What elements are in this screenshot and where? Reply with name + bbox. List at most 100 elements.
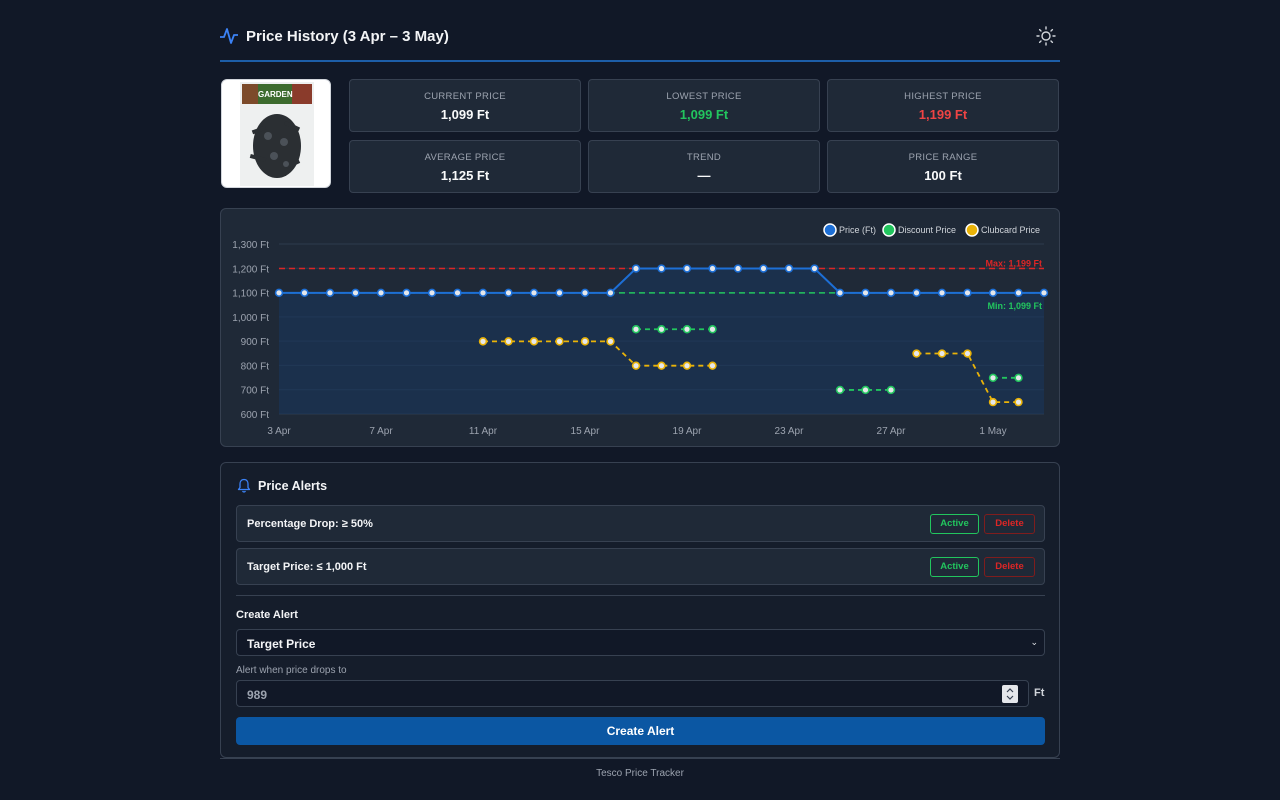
data-point xyxy=(606,337,615,346)
x-tick-label: 23 Apr xyxy=(775,426,805,437)
data-point xyxy=(504,288,513,298)
page-title: Price History (3 Apr – 3 May) xyxy=(246,28,449,45)
stat-label: HIGHEST PRICE xyxy=(904,91,982,102)
bell-icon xyxy=(237,478,251,493)
stat-price-range: PRICE RANGE 100 Ft xyxy=(827,140,1059,193)
alert-threshold-label: Alert when price drops to xyxy=(236,665,347,676)
data-point xyxy=(708,325,717,334)
reference-line-label: Min: 1,099 Ft xyxy=(987,301,1042,311)
data-point xyxy=(835,385,845,395)
data-point xyxy=(580,337,590,346)
x-tick-label: 7 Apr xyxy=(369,426,393,437)
unit-label: Ft xyxy=(1034,687,1045,699)
y-tick-label: 1,100 Ft xyxy=(232,289,269,300)
data-point xyxy=(988,288,998,298)
data-point xyxy=(631,264,641,273)
alert-text: Percentage Drop: ≥ 50% xyxy=(247,518,373,530)
y-tick-label: 1,300 Ft xyxy=(232,240,269,251)
create-alert-label: Create Alert xyxy=(236,609,298,621)
data-point xyxy=(682,325,692,334)
y-tick-label: 600 Ft xyxy=(241,410,270,421)
stat-value: 1,099 Ft xyxy=(440,107,490,122)
stat-highest-price: HIGHEST PRICE 1,199 Ft xyxy=(827,79,1059,132)
data-point xyxy=(274,288,284,298)
alert-threshold-value: 989 xyxy=(247,688,268,702)
create-alert-button[interactable]: Create Alert xyxy=(236,717,1045,745)
page-header: Price History (3 Apr – 3 May) xyxy=(220,22,1060,62)
data-point xyxy=(325,288,335,298)
data-point xyxy=(963,288,972,298)
product-image: GARDEN xyxy=(221,79,331,188)
price-history-chart: 600 Ft 700 Ft 800 Ft 900 Ft 1,000 Ft 1,100 Ft… xyxy=(220,208,1060,447)
data-point xyxy=(580,288,590,298)
x-tick-label: 1 May xyxy=(979,426,1006,437)
stat-current-price: CURRENT PRICE 1,099 Ft xyxy=(349,79,581,132)
data-point xyxy=(631,325,641,334)
price-area xyxy=(279,268,1044,414)
y-tick-label: 1,200 Ft xyxy=(232,264,269,275)
data-point xyxy=(912,349,921,358)
legend-marker xyxy=(882,223,896,237)
data-point xyxy=(784,264,794,273)
data-point xyxy=(937,349,947,358)
footer-divider xyxy=(220,758,1060,759)
alert-item: Target Price: ≤ 1,000 Ft Active Delete xyxy=(236,548,1045,585)
alerts-title: Price Alerts xyxy=(258,479,328,493)
reference-line-label: Max: 1,199 Ft xyxy=(985,259,1042,269)
data-point xyxy=(988,373,998,383)
data-point xyxy=(351,288,360,298)
stat-value: 1,125 Ft xyxy=(440,168,490,183)
data-point xyxy=(427,288,437,298)
product-logo-text: GARDEN xyxy=(258,90,293,99)
data-point xyxy=(759,264,768,273)
stat-average-price: AVERAGE PRICE 1,125 Ft xyxy=(349,140,581,193)
data-point xyxy=(1014,397,1023,407)
data-point xyxy=(478,288,488,298)
data-point xyxy=(555,288,564,298)
alert-active-button[interactable]: Active xyxy=(930,557,979,577)
data-point xyxy=(835,288,845,298)
data-point xyxy=(504,337,513,346)
alert-threshold-input[interactable]: 989 xyxy=(236,680,1029,707)
alert-delete-button[interactable]: Delete xyxy=(984,514,1035,534)
data-point xyxy=(708,264,717,273)
data-point xyxy=(631,361,641,370)
alert-type-select[interactable]: Target Price ⌄ xyxy=(236,629,1045,656)
data-point xyxy=(810,264,819,273)
data-point xyxy=(886,288,896,298)
data-point xyxy=(937,288,947,298)
legend-label: Price (Ft) xyxy=(839,225,876,235)
legend-marker xyxy=(965,223,979,237)
y-tick-label: 700 Ft xyxy=(241,386,270,397)
x-tick-label: 27 Apr xyxy=(877,426,907,437)
legend-label: Discount Price xyxy=(898,225,956,235)
alert-active-button[interactable]: Active xyxy=(930,514,979,534)
data-point xyxy=(1014,373,1023,383)
stat-label: LOWEST PRICE xyxy=(666,91,742,102)
data-point xyxy=(529,288,539,298)
stat-trend: TREND — xyxy=(588,140,820,193)
data-point xyxy=(861,385,870,395)
data-point xyxy=(1014,288,1023,298)
number-spinner-icon[interactable] xyxy=(1002,685,1018,703)
x-tick-label: 19 Apr xyxy=(673,426,703,437)
footer-text: Tesco Price Tracker xyxy=(596,768,684,779)
data-point xyxy=(529,337,539,346)
stat-label: PRICE RANGE xyxy=(908,152,978,163)
stat-value: 1,099 Ft xyxy=(679,107,729,122)
stat-label: TREND xyxy=(686,152,722,163)
y-tick-label: 1,000 Ft xyxy=(232,313,269,324)
x-tick-label: 11 Apr xyxy=(469,426,498,437)
chart-svg: 600 Ft 700 Ft 800 Ft 900 Ft 1,000 Ft 1,100 Ft… xyxy=(232,223,1049,437)
x-tick-label: 15 Apr xyxy=(571,426,601,437)
data-point xyxy=(963,349,972,358)
data-point xyxy=(886,385,896,395)
alert-item: Percentage Drop: ≥ 50% Active Delete xyxy=(236,505,1045,542)
data-point xyxy=(657,264,666,273)
sun-icon[interactable] xyxy=(1036,26,1056,46)
alert-delete-button[interactable]: Delete xyxy=(984,557,1035,577)
stat-label: CURRENT PRICE xyxy=(424,91,506,102)
chevron-down-icon: ⌄ xyxy=(1030,637,1038,647)
data-point xyxy=(478,337,488,346)
data-point xyxy=(708,361,717,370)
